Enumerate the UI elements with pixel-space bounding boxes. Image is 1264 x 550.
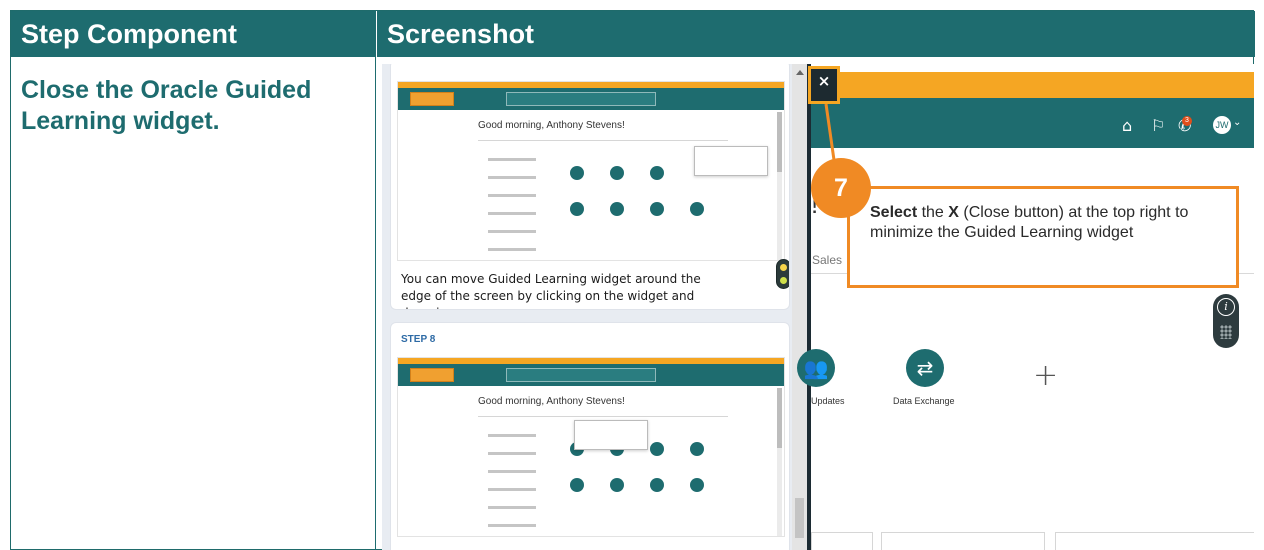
- callout-leader-line: [824, 103, 836, 161]
- callout-x-word: X: [948, 204, 959, 221]
- close-icon: ×: [817, 72, 831, 90]
- instruction-callout: Select the X (Close button) at the top r…: [847, 186, 1239, 288]
- step-component-text: Close the Oracle Guided Learning widget.: [21, 76, 312, 135]
- document-page: Step Component Screenshot Close the Orac…: [0, 0, 1264, 550]
- step-number-badge: 7: [811, 158, 871, 218]
- callout-select-word: Select: [870, 204, 918, 221]
- close-button[interactable]: ×: [808, 66, 840, 104]
- column-divider: [375, 57, 376, 550]
- screenshot-image: Good morning, Anthony Stevens! You can m…: [382, 64, 1254, 550]
- callout-text-part: the: [917, 204, 949, 221]
- callout-text: Select the X (Close button) at the top r…: [870, 203, 1236, 243]
- table-header-row: Step Component Screenshot: [11, 11, 1255, 57]
- header-screenshot: Screenshot: [376, 11, 1255, 57]
- header-step-component: Step Component: [21, 19, 237, 49]
